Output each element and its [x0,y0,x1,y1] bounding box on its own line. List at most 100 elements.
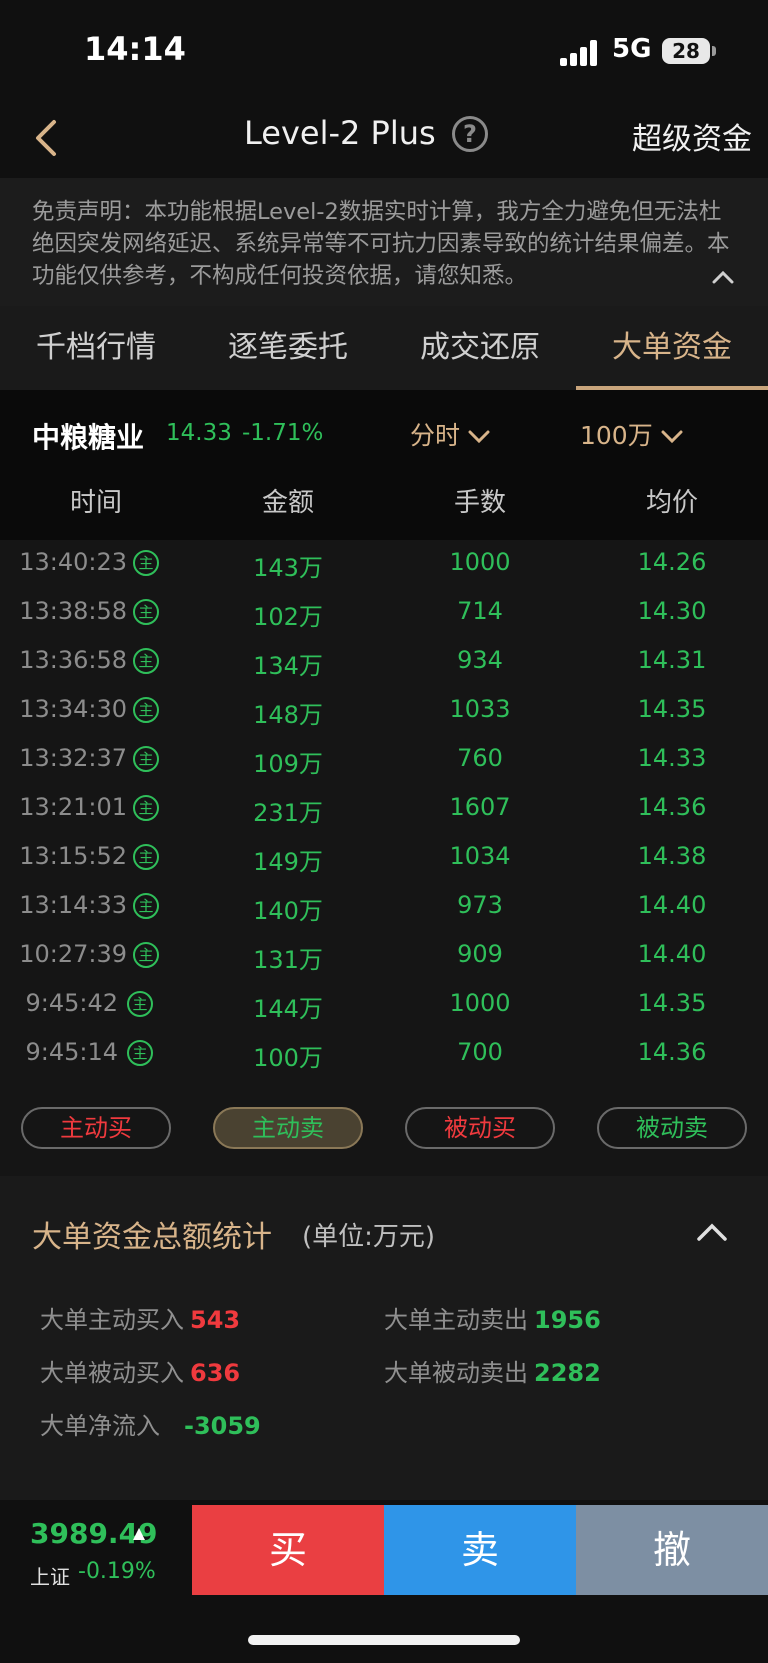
row-amount: 100万 [253,1044,323,1072]
passive-buy-button[interactable]: 被动买 [405,1107,555,1149]
active-badge-icon: 主 [133,942,159,968]
row-avg: 14.35 [637,989,707,1017]
network-label: 5G [612,34,652,64]
column-header-amount: 金额 [261,488,314,518]
row-avg: 14.35 [637,695,707,723]
table-row: 13:32:37 主 109万 760 14.33 [0,736,768,785]
row-time: 9:45:14 [25,1038,118,1066]
active-badge-icon: 主 [133,648,159,674]
tab-large-order-funds[interactable]: 大单资金 [576,306,768,390]
status-bar: 14:14 5G 28 [0,0,768,100]
stat-active-buy: 大单主动买入 543 [40,1300,240,1335]
stat-label: 大单被动卖出 [384,1359,528,1387]
row-time: 13:32:37 [19,744,127,772]
bottom-trade-bar: 3989.49 上证 -0.19% 买 卖 撤 [0,1505,768,1595]
active-badge-icon: 主 [133,599,159,625]
row-time: 13:34:30 [19,695,127,723]
active-badge-icon: 主 [133,550,159,576]
row-avg: 14.36 [637,1038,707,1066]
stat-passive-buy: 大单被动买入 636 [40,1353,240,1388]
index-change: -0.19% [78,1559,156,1584]
stat-active-sell: 大单主动卖出 1956 [384,1300,601,1335]
chevron-up-icon[interactable] [696,1222,728,1242]
row-lots: 1034 [449,842,511,870]
tab-trade-restore[interactable]: 成交还原 [384,306,576,390]
row-avg: 14.33 [637,744,707,772]
active-badge-icon: 主 [127,991,153,1017]
triangle-up-icon [133,1528,145,1540]
active-badge-icon: 主 [133,697,159,723]
stat-label: 大单净流入 [40,1412,160,1440]
active-badge-icon: 主 [133,795,159,821]
chevron-up-icon[interactable] [712,266,734,288]
tab-order-by-order[interactable]: 逐笔委托 [192,306,384,390]
row-time: 13:14:33 [19,891,127,919]
status-time: 14:14 [84,30,186,68]
active-badge-icon: 主 [133,746,159,772]
period-label: 分时 [410,421,461,450]
stock-name: 中粮糖业 [32,421,145,454]
row-lots: 1000 [449,989,511,1017]
row-amount: 143万 [253,554,323,582]
row-time: 13:38:58 [19,597,127,625]
stat-value: 543 [190,1306,241,1334]
disclaimer-panel: 免责声明：本功能根据Level-2数据实时计算，我方全力避免但无法杜绝因突发网络… [0,178,768,306]
page-title: Level-2 Plus [244,114,436,152]
super-funds-link[interactable]: 超级资金 [632,114,752,158]
row-amount: 231万 [253,799,323,827]
stock-change: -1.71% [242,420,324,446]
large-order-table[interactable]: 13:40:23 主 143万 1000 14.26 13:38:58 主 10… [0,540,768,1100]
summary-unit: (单位:万元) [302,1222,436,1252]
home-indicator[interactable] [248,1635,520,1645]
row-amount: 144万 [253,995,323,1023]
passive-sell-button[interactable]: 被动卖 [597,1107,747,1149]
row-lots: 714 [457,597,503,625]
column-header-time: 时间 [69,488,122,518]
active-badge-icon: 主 [133,844,159,870]
row-lots: 1607 [449,793,511,821]
stat-value: 636 [190,1359,241,1387]
buy-button[interactable]: 买 [192,1505,384,1595]
row-lots: 760 [457,744,503,772]
threshold-label: 100万 [580,421,653,450]
stat-value: 1956 [534,1306,601,1334]
table-row: 13:40:23 主 143万 1000 14.26 [0,540,768,589]
row-time: 13:36:58 [19,646,127,674]
cancel-order-button[interactable]: 撤 [576,1505,768,1595]
table-row: 13:14:33 主 140万 973 14.40 [0,883,768,932]
chevron-down-icon [661,430,683,444]
stat-label: 大单主动买入 [40,1306,184,1334]
row-avg: 14.26 [637,548,707,576]
stat-value: 2282 [534,1359,601,1387]
row-time: 13:40:23 [19,548,127,576]
active-sell-button[interactable]: 主动卖 [213,1107,363,1149]
direction-filter-bar: 主动买 主动卖 被动买 被动卖 [0,1096,768,1176]
disclaimer-text: 免责声明：本功能根据Level-2数据实时计算，我方全力避免但无法杜绝因突发网络… [32,199,730,289]
table-row: 13:15:52 主 149万 1034 14.38 [0,834,768,883]
tab-bar: 千档行情 逐笔委托 成交还原 大单资金 [0,306,768,390]
stat-net-inflow: 大单净流入 -3059 [40,1406,261,1441]
tab-thousand-levels[interactable]: 千档行情 [0,306,192,390]
summary-panel: 大单资金总额统计 (单位:万元) 大单主动买入 543 大单主动卖出 1956 大单… [0,1176,768,1500]
row-avg: 14.36 [637,793,707,821]
stock-price: 14.33 [166,420,232,446]
row-avg: 14.31 [637,646,707,674]
row-lots: 1000 [449,548,511,576]
table-row: 13:34:30 主 148万 1033 14.35 [0,687,768,736]
row-amount: 134万 [253,652,323,680]
help-icon[interactable]: ? [452,116,488,152]
sell-button[interactable]: 卖 [384,1505,576,1595]
back-chevron-icon[interactable] [30,118,66,158]
row-amount: 149万 [253,848,323,876]
period-dropdown[interactable]: 分时 [410,416,490,452]
row-time: 10:27:39 [19,940,127,968]
threshold-dropdown[interactable]: 100万 [580,416,683,452]
row-amount: 140万 [253,897,323,925]
row-avg: 14.30 [637,597,707,625]
signal-icon [560,40,600,66]
active-buy-button[interactable]: 主动买 [21,1107,171,1149]
row-lots: 700 [457,1038,503,1066]
table-row: 9:45:42 主 144万 1000 14.35 [0,981,768,1030]
table-row: 13:38:58 主 102万 714 14.30 [0,589,768,638]
table-row: 13:36:58 主 134万 934 14.31 [0,638,768,687]
